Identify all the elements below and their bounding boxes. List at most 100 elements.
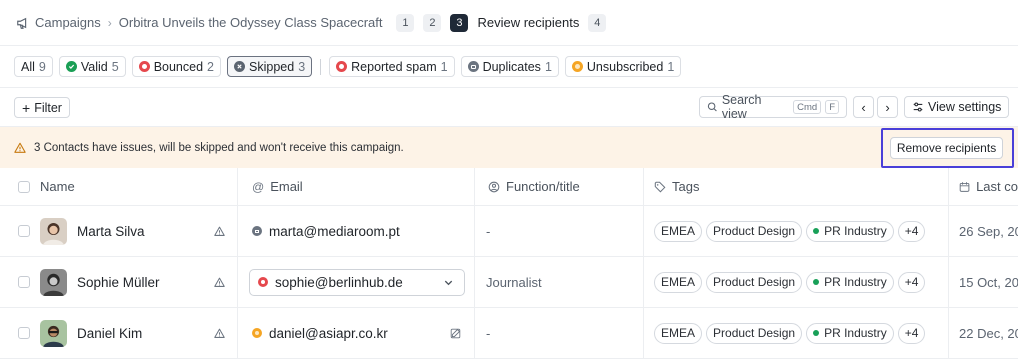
green-dot-icon (813, 279, 820, 285)
filter-duplicates[interactable]: Duplicates 1 (460, 56, 559, 77)
duplicate-icon (467, 61, 479, 72)
avatar (40, 319, 67, 347)
filter-skipped[interactable]: Skipped 3 (227, 56, 313, 77)
chevron-right-icon: › (885, 99, 890, 115)
email-cell[interactable]: daniel@asiapr.co.kr (238, 308, 475, 358)
email-cell[interactable]: marta@mediaroom.pt (238, 206, 475, 256)
breadcrumb-campaigns[interactable]: Campaigns (16, 15, 101, 30)
filter-label: All (21, 59, 35, 74)
toolbar: + Filter Search view Cmd F ‹ › View sett… (0, 88, 1018, 127)
row-checkbox[interactable] (18, 276, 30, 288)
bounce-icon (258, 277, 268, 287)
col-email[interactable]: @ Email (238, 168, 475, 205)
view-settings-label: View settings (928, 100, 1002, 114)
filter-bounced[interactable]: Bounced 2 (131, 56, 221, 77)
warning-icon (214, 226, 225, 236)
sliders-icon (913, 102, 923, 112)
contact-email: marta@mediaroom.pt (269, 223, 400, 239)
tags-cell: EMEA Product Design PR Industry +4 (644, 206, 949, 256)
filter-count: 9 (38, 59, 46, 74)
at-icon: @ (252, 179, 265, 194)
col-email-label: Email (270, 179, 303, 194)
col-name[interactable]: Name (0, 168, 238, 205)
search-placeholder: Search view (721, 93, 762, 121)
filter-valid[interactable]: Valid 5 (58, 56, 126, 77)
duplicate-icon (252, 226, 262, 236)
row-checkbox[interactable] (18, 225, 30, 237)
filter-divider (320, 58, 322, 75)
plus-icon: + (22, 99, 31, 116)
filter-label: Valid (80, 59, 108, 74)
filter-label: Bounced (153, 59, 204, 74)
warning-icon (214, 328, 225, 338)
filter-label: Skipped (249, 59, 295, 74)
warning-banner: 3 Contacts have issues, will be skipped … (0, 127, 1018, 168)
edit-icon[interactable] (450, 328, 461, 339)
filter-count: 2 (207, 59, 214, 74)
next-button[interactable]: › (877, 96, 898, 118)
select-all-checkbox[interactable] (18, 180, 30, 193)
col-function[interactable]: Function/title (475, 168, 644, 205)
contact-email: daniel@asiapr.co.kr (269, 325, 388, 341)
filter-reported-spam[interactable]: Reported spam 1 (329, 56, 455, 77)
calendar-icon (959, 181, 970, 192)
breadcrumb-campaign-name[interactable]: Orbitra Unveils the Odyssey Class Spacec… (119, 15, 383, 30)
col-tags-label: Tags (672, 179, 700, 194)
remove-recipients-button[interactable]: Remove recipients (890, 137, 1003, 159)
filter-count: 1 (544, 59, 552, 74)
tag-chip-pr: PR Industry (806, 220, 894, 242)
tags-cell: EMEA Product Design PR Industry +4 (644, 308, 949, 358)
filter-label: Duplicates (482, 59, 541, 74)
filter-count: 5 (111, 59, 119, 74)
contact-name: Daniel Kim (77, 325, 143, 341)
step-3-label: Review recipients (477, 15, 580, 30)
search-input[interactable]: Search view Cmd F (699, 93, 847, 121)
tag-chip: EMEA (654, 322, 703, 344)
step-4[interactable]: 4 (588, 13, 607, 32)
tag-label: PR Industry (824, 326, 887, 340)
name-cell: Marta Silva (0, 206, 238, 256)
green-dot-icon (813, 228, 820, 234)
breadcrumb-campaigns-label: Campaigns (35, 15, 101, 30)
view-settings-button[interactable]: View settings (904, 96, 1010, 118)
row-checkbox[interactable] (18, 327, 30, 339)
megaphone-icon (17, 17, 27, 29)
name-cell: Daniel Kim (0, 308, 238, 358)
search-icon (707, 102, 717, 112)
tag-chip: Product Design (706, 322, 803, 344)
filter-unsubscribed[interactable]: Unsubscribed 1 (564, 56, 682, 77)
table-row[interactable]: Marta Silva marta@mediaroom.pt - EMEA Pr… (0, 206, 1018, 257)
breadcrumb: Campaigns › Orbitra Unveils the Odyssey … (0, 0, 1018, 46)
tag-chip-pr: PR Industry (806, 322, 894, 344)
col-name-label: Name (40, 179, 75, 194)
filter-all[interactable]: All 9 (14, 56, 53, 77)
step-3[interactable]: 3 (450, 13, 469, 32)
contact-email: sophie@berlinhub.de (275, 274, 403, 290)
filter-button[interactable]: + Filter (14, 97, 70, 118)
more-tags-chip[interactable]: +4 (897, 322, 926, 344)
prev-button[interactable]: ‹ (853, 96, 874, 118)
table-row[interactable]: Sophie Müller sophie@berlinhub.de Journa… (0, 257, 1018, 308)
col-tags[interactable]: Tags (644, 168, 949, 205)
status-filter-bar: All 9 Valid 5 Bounced 2 Skipped 3 Report… (0, 46, 1018, 88)
user-icon (488, 181, 500, 192)
step-2[interactable]: 2 (423, 13, 442, 32)
last-contacted-cell: 26 Sep, 20 (959, 223, 1018, 239)
more-tags-chip[interactable]: +4 (897, 271, 926, 293)
email-select[interactable]: sophie@berlinhub.de (249, 268, 465, 296)
tag-label: PR Industry (824, 224, 887, 238)
tag-label: PR Industry (824, 275, 887, 289)
more-tags-chip[interactable]: +4 (897, 220, 926, 242)
function-cell: - (475, 206, 644, 256)
chevron-left-icon: ‹ (861, 99, 866, 115)
tag-icon (654, 181, 666, 192)
table-row[interactable]: Daniel Kim daniel@asiapr.co.kr - EMEA Pr… (0, 308, 1018, 359)
breadcrumb-campaign-label: Orbitra Unveils the Odyssey Class Spacec… (118, 15, 383, 30)
avatar (40, 268, 67, 296)
tag-chip: Product Design (706, 271, 803, 293)
col-last-contacted[interactable]: Last co (949, 168, 1018, 205)
col-function-label: Function/title (506, 179, 580, 194)
tag-chip: EMEA (654, 271, 703, 293)
step-1[interactable]: 1 (396, 13, 415, 32)
col-last-label: Last co (976, 179, 1018, 194)
